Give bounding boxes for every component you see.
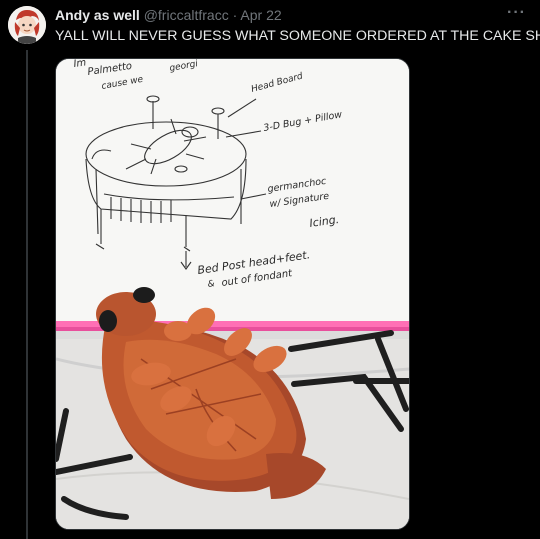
tweet-header: Andy as well @friccaltfracc · Apr 22 (55, 7, 282, 23)
tweet[interactable]: Andy as well @friccaltfracc · Apr 22 ···… (0, 0, 540, 539)
more-options-button[interactable]: ··· (507, 4, 526, 22)
tweet-media-photo[interactable]: Im Palmetto cause we georgi Head Board 3… (55, 58, 410, 530)
display-name[interactable]: Andy as well (55, 7, 140, 23)
avatar-illustration (8, 6, 46, 44)
sketch-label-post-symbol: & (207, 279, 215, 290)
avatar[interactable] (8, 6, 46, 44)
sketch-paper: Im Palmetto cause we georgi Head Board 3… (56, 59, 409, 331)
tweet-text: YALL WILL NEVER GUESS WHAT SOMEONE ORDER… (55, 28, 540, 44)
sketch-note-1: Im (73, 59, 87, 70)
cake-photo: Im Palmetto cause we georgi Head Board 3… (56, 59, 409, 529)
thread-line (26, 50, 28, 539)
timestamp[interactable]: Apr 22 (240, 7, 281, 23)
separator-dot: · (232, 7, 238, 23)
handle[interactable]: @friccaltfracc (144, 7, 229, 23)
ellipsis-icon: ··· (507, 4, 526, 21)
